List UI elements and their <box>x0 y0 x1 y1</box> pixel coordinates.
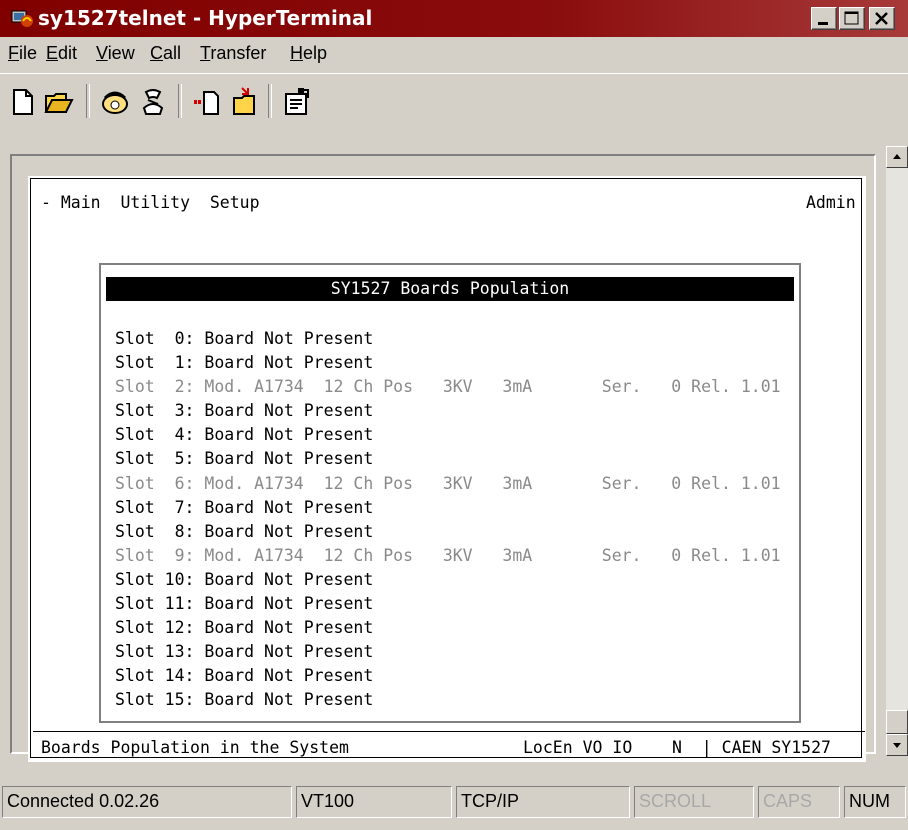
terminal-admin-label: Admin <box>806 193 856 212</box>
panel-title: SY1527 Boards Population <box>106 277 794 301</box>
slot-row: Slot 8: Board Not Present <box>115 521 374 541</box>
menu-view[interactable]: View <box>96 43 135 64</box>
hangup-icon[interactable] <box>138 86 168 118</box>
terminal-status-left: Boards Population in the System <box>41 738 349 757</box>
slot-row: Slot 15: Board Not Present <box>115 690 374 710</box>
boards-population-panel: SY1527 Boards Population Slot 0: Board N… <box>99 263 801 723</box>
slot-row: Slot 4: Board Not Present <box>115 425 374 445</box>
call-icon[interactable] <box>100 86 130 118</box>
close-icon <box>875 12 888 25</box>
title-bar[interactable]: sy1527telnet - HyperTerminal <box>0 0 908 37</box>
arrow-up-icon <box>893 154 901 159</box>
maximize-button[interactable] <box>839 7 865 30</box>
slot-row: Slot 7: Board Not Present <box>115 497 374 517</box>
slot-row: Slot 3: Board Not Present <box>115 401 374 421</box>
slot-row: Slot 11: Board Not Present <box>115 594 374 614</box>
arrow-down-icon <box>893 743 901 748</box>
slot-row: Slot 2: Mod. A1734 12 Ch Pos 3KV 3mA Ser… <box>115 377 781 397</box>
minimize-icon <box>818 22 828 25</box>
terminal-status-right: LocEn VO IO N | CAEN SY1527 <box>523 738 831 757</box>
menu-file[interactable]: File <box>8 43 37 64</box>
slot-row: Slot 14: Board Not Present <box>115 666 374 686</box>
status-num: NUM <box>844 786 906 818</box>
slot-row: Slot 1: Board Not Present <box>115 353 374 373</box>
maximize-icon <box>844 11 859 25</box>
terminal-frame: - Main Utility Setup Admin SY1527 Boards… <box>30 178 865 758</box>
hyperterminal-window: sy1527telnet - HyperTerminal File Edit V… <box>0 0 908 830</box>
toolbar-separator <box>86 84 90 118</box>
properties-icon[interactable] <box>282 86 312 118</box>
open-icon[interactable] <box>44 86 74 118</box>
receive-icon[interactable] <box>230 86 260 118</box>
slot-row: Slot 10: Board Not Present <box>115 569 374 589</box>
status-scroll: SCROLL <box>634 786 754 818</box>
terminal-top-menu: - Main Utility Setup <box>41 193 260 212</box>
slot-row: Slot 13: Board Not Present <box>115 642 374 662</box>
terminal-screen[interactable]: - Main Utility Setup Admin SY1527 Boards… <box>28 176 866 762</box>
vertical-scrollbar[interactable] <box>886 146 908 756</box>
slot-row: Slot 6: Mod. A1734 12 Ch Pos 3KV 3mA Ser… <box>115 473 781 493</box>
menu-call[interactable]: Call <box>150 43 181 64</box>
status-bar: Connected 0.02.26 VT100 TCP/IP SCROLL CA… <box>0 776 908 830</box>
status-connected: Connected 0.02.26 <box>2 786 292 818</box>
status-protocol: TCP/IP <box>456 786 630 818</box>
menu-transfer[interactable]: Transfer <box>200 43 266 64</box>
scroll-thumb[interactable] <box>886 710 908 734</box>
window-title: sy1527telnet - HyperTerminal <box>38 6 373 30</box>
toolbar <box>0 73 908 136</box>
slot-row: Slot 5: Board Not Present <box>115 449 374 469</box>
slot-row: Slot 12: Board Not Present <box>115 618 374 638</box>
menu-help[interactable]: Help <box>290 43 327 64</box>
close-button[interactable] <box>869 7 895 30</box>
scroll-up-button[interactable] <box>886 146 908 168</box>
toolbar-separator <box>268 84 272 118</box>
minimize-button[interactable] <box>811 7 837 30</box>
slot-row: Slot 0: Board Not Present <box>115 329 374 348</box>
slot-list: Slot 0: Board Not Present Slot 1: Board N… <box>115 327 781 713</box>
hyperterminal-icon <box>11 10 33 27</box>
slot-row: Slot 9: Mod. A1734 12 Ch Pos 3KV 3mA Ser… <box>115 545 781 565</box>
menu-edit[interactable]: Edit <box>46 43 77 64</box>
new-icon[interactable] <box>8 86 38 118</box>
terminal-status-line: Boards Population in the System LocEn VO… <box>33 731 865 762</box>
menu-bar: File Edit View Call Transfer Help <box>0 38 908 71</box>
scroll-down-button[interactable] <box>886 734 908 756</box>
send-icon[interactable] <box>192 86 222 118</box>
status-emulation: VT100 <box>296 786 452 818</box>
toolbar-separator <box>178 84 182 118</box>
status-caps: CAPS <box>758 786 840 818</box>
